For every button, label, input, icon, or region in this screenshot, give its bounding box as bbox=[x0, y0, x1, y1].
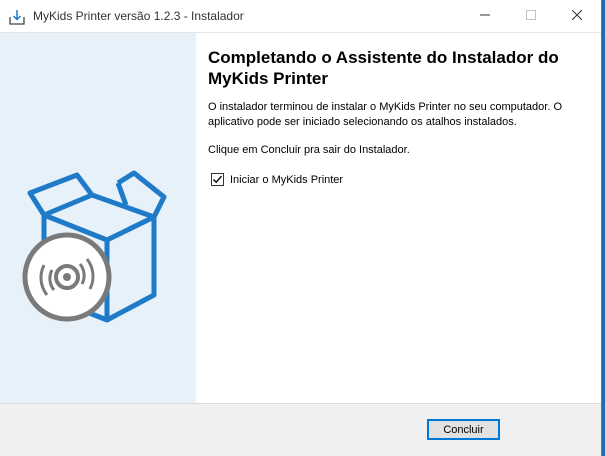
page-heading: Completando o Assistente do Instalador d… bbox=[208, 48, 559, 88]
window-title: MyKids Printer versão 1.2.3 - Instalador bbox=[33, 9, 244, 23]
exit-instruction: Clique em Concluir pra sair do Instalado… bbox=[208, 144, 410, 156]
minimize-button[interactable] bbox=[462, 0, 508, 32]
minimize-icon bbox=[480, 7, 490, 25]
installer-window: MyKids Printer versão 1.2.3 - Instalador bbox=[0, 0, 602, 456]
box-with-disc-icon bbox=[22, 170, 167, 323]
maximize-icon bbox=[526, 7, 536, 25]
finish-button[interactable]: Concluir bbox=[427, 419, 500, 440]
launch-app-option[interactable]: Iniciar o MyKids Printer bbox=[211, 173, 343, 186]
close-button[interactable] bbox=[554, 0, 600, 32]
close-icon bbox=[571, 7, 583, 25]
installer-icon bbox=[8, 8, 26, 26]
content-panel: Completando o Assistente do Instalador d… bbox=[196, 33, 601, 403]
side-panel bbox=[0, 33, 196, 403]
maximize-button[interactable] bbox=[508, 0, 554, 32]
footer-divider bbox=[0, 403, 601, 404]
launch-app-label[interactable]: Iniciar o MyKids Printer bbox=[230, 174, 343, 186]
completion-message: O instalador terminou de instalar o MyKi… bbox=[208, 101, 563, 128]
checkmark-icon bbox=[213, 175, 223, 184]
title-bar[interactable]: MyKids Printer versão 1.2.3 - Instalador bbox=[0, 0, 601, 33]
launch-app-checkbox[interactable] bbox=[211, 173, 224, 186]
